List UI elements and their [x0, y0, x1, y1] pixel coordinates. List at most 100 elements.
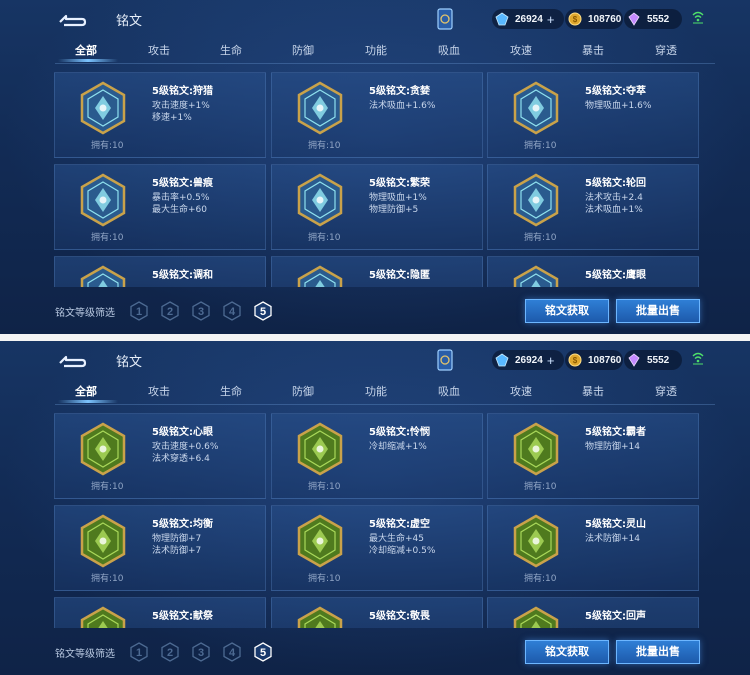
- back-arrow-icon[interactable]: [56, 350, 88, 370]
- inscription-name: 5级铭文:夺萃: [585, 86, 646, 97]
- level-filter-5[interactable]: 5: [254, 301, 272, 321]
- inscription-name: 5级铭文:霸者: [585, 427, 646, 438]
- tab-9[interactable]: 穿透: [655, 42, 677, 58]
- owned-count: 拥有:10: [91, 233, 124, 243]
- tab-6[interactable]: 吸血: [438, 383, 460, 399]
- inscription-card[interactable]: 5级铭文:献祭: [54, 597, 266, 628]
- inscription-attribute: 物理防御+14: [585, 442, 640, 452]
- inscription-name: 5级铭文:敬畏: [369, 611, 430, 622]
- tab-8[interactable]: 暴击: [582, 42, 604, 58]
- level-number: 5: [260, 647, 266, 659]
- inscription-screen-green: 铭文 26924 + $ 108760 5552 全部 攻击 生命 防御 功能 …: [0, 341, 750, 675]
- inscription-card[interactable]: 5级铭文:狩猎 攻击速度+1% 移速+1% 拥有:10: [54, 72, 266, 158]
- level-filter-2[interactable]: 2: [161, 642, 179, 662]
- diamond-balance[interactable]: 26924 +: [492, 9, 564, 29]
- inscription-book-icon[interactable]: [437, 349, 453, 371]
- inscription-card[interactable]: 5级铭文:敬畏: [271, 597, 483, 628]
- inscription-card[interactable]: 5级铭文:繁荣 物理吸血+1% 物理防御+5 拥有:10: [271, 164, 483, 250]
- tab-3[interactable]: 生命: [220, 42, 242, 58]
- inscription-card[interactable]: 5级铭文:怜悯 冷却缩减+1% 拥有:10: [271, 413, 483, 499]
- signal-icon: [692, 11, 704, 24]
- inscription-card[interactable]: 5级铭文:霸者 物理防御+14 拥有:10: [487, 413, 699, 499]
- tab-6[interactable]: 吸血: [438, 42, 460, 58]
- inscription-grid[interactable]: 5级铭文:狩猎 攻击速度+1% 移速+1% 拥有:10 5级铭文:贪婪 法术吸血+1.6%…: [54, 72, 700, 287]
- inscription-attribute: 物理防御+5: [369, 205, 419, 215]
- tab-8[interactable]: 暴击: [582, 383, 604, 399]
- inscription-card[interactable]: 5级铭文:贪婪 法术吸血+1.6% 拥有:10: [271, 72, 483, 158]
- inscription-card[interactable]: 5级铭文:夺萃 物理吸血+1.6% 拥有:10: [487, 72, 699, 158]
- crystal-balance: 5552: [624, 9, 682, 29]
- inscription-name: 5级铭文:虚空: [369, 519, 430, 530]
- blue-rune-icon: [513, 265, 559, 287]
- tab-7[interactable]: 攻速: [510, 42, 532, 58]
- level-filter-3[interactable]: 3: [192, 301, 210, 321]
- gold-coin-icon: $: [568, 353, 582, 367]
- diamond-balance[interactable]: 26924 +: [492, 350, 564, 370]
- inscription-name: 5级铭文:献祭: [152, 611, 213, 622]
- tab-5[interactable]: 功能: [365, 383, 387, 399]
- level-filter-label: 铭文等级筛选: [55, 308, 115, 319]
- level-number: 1: [136, 306, 142, 318]
- inscription-card[interactable]: 5级铭文:心眼 攻击速度+0.6% 法术穿透+6.4 拥有:10: [54, 413, 266, 499]
- inscription-attribute: 最大生命+60: [152, 205, 207, 215]
- inscription-card[interactable]: 5级铭文:回声: [487, 597, 699, 628]
- inscription-attribute: 冷却缩减+1%: [369, 442, 427, 452]
- level-number: 4: [229, 647, 236, 659]
- inscription-book-icon[interactable]: [437, 8, 453, 30]
- gold-balance: $ 108760: [565, 9, 623, 29]
- level-number: 2: [167, 306, 173, 318]
- level-filter-4[interactable]: 4: [223, 642, 241, 662]
- gold-coin-icon: $: [568, 12, 582, 26]
- inscription-card[interactable]: 5级铭文:灵山 法术防御+14 拥有:10: [487, 505, 699, 591]
- inscription-card[interactable]: 5级铭文:鹰眼: [487, 256, 699, 287]
- add-diamond-button[interactable]: +: [547, 12, 555, 27]
- bulk-sell-button[interactable]: 批量出售: [616, 299, 700, 323]
- blue-rune-icon: [80, 173, 126, 227]
- tab-3[interactable]: 生命: [220, 383, 242, 399]
- inscription-name: 5级铭文:隐匿: [369, 270, 430, 281]
- level-filter-4[interactable]: 4: [223, 301, 241, 321]
- back-arrow-icon[interactable]: [56, 9, 88, 29]
- owned-count: 拥有:10: [91, 482, 124, 492]
- inscription-card[interactable]: 5级铭文:隐匿: [271, 256, 483, 287]
- inscription-card[interactable]: 5级铭文:兽痕 暴击率+0.5% 最大生命+60 拥有:10: [54, 164, 266, 250]
- inscription-name: 5级铭文:狩猎: [152, 86, 213, 97]
- owned-count: 拥有:10: [524, 141, 557, 151]
- level-filter-1[interactable]: 1: [130, 642, 148, 662]
- inscription-card[interactable]: 5级铭文:轮回 法术攻击+2.4 法术吸血+1% 拥有:10: [487, 164, 699, 250]
- level-number: 2: [167, 647, 173, 659]
- tab-1[interactable]: 全部: [75, 383, 97, 399]
- tab-4[interactable]: 防御: [292, 42, 314, 58]
- bulk-sell-button[interactable]: 批量出售: [616, 640, 700, 664]
- inscription-card[interactable]: 5级铭文:均衡 物理防御+7 法术防御+7 拥有:10: [54, 505, 266, 591]
- diamond-icon: [495, 12, 509, 26]
- diamond-value: 26924: [515, 354, 543, 366]
- level-filter-3[interactable]: 3: [192, 642, 210, 662]
- tab-1[interactable]: 全部: [75, 42, 97, 58]
- add-diamond-button[interactable]: +: [547, 353, 555, 368]
- green-rune-icon: [513, 606, 559, 628]
- owned-count: 拥有:10: [308, 482, 341, 492]
- tab-9[interactable]: 穿透: [655, 383, 677, 399]
- inscription-grid[interactable]: 5级铭文:心眼 攻击速度+0.6% 法术穿透+6.4 拥有:10 5级铭文:怜悯 冷却缩减…: [54, 413, 700, 628]
- level-filter-1[interactable]: 1: [130, 301, 148, 321]
- level-filter-5[interactable]: 5: [254, 642, 272, 662]
- blue-rune-icon: [297, 265, 343, 287]
- tab-7[interactable]: 攻速: [510, 383, 532, 399]
- tab-2[interactable]: 攻击: [148, 383, 170, 399]
- inscription-attribute: 物理吸血+1.6%: [585, 101, 652, 111]
- tab-4[interactable]: 防御: [292, 383, 314, 399]
- inscription-card[interactable]: 5级铭文:虚空 最大生命+45 冷却缩减+0.5% 拥有:10: [271, 505, 483, 591]
- level-filter-2[interactable]: 2: [161, 301, 179, 321]
- get-inscription-button[interactable]: 铭文获取: [525, 299, 609, 323]
- tab-5[interactable]: 功能: [365, 42, 387, 58]
- category-tabs: 全部 攻击 生命 防御 功能 吸血 攻速 暴击 穿透: [55, 381, 715, 403]
- inscription-card[interactable]: 5级铭文:调和: [54, 256, 266, 287]
- crystal-icon: [628, 12, 640, 26]
- tab-2[interactable]: 攻击: [148, 42, 170, 58]
- owned-count: 拥有:10: [524, 482, 557, 492]
- get-inscription-button[interactable]: 铭文获取: [525, 640, 609, 664]
- inscription-attribute: 法术吸血+1%: [585, 205, 643, 215]
- level-number: 4: [229, 306, 236, 318]
- inscription-attribute: 移速+1%: [152, 113, 192, 123]
